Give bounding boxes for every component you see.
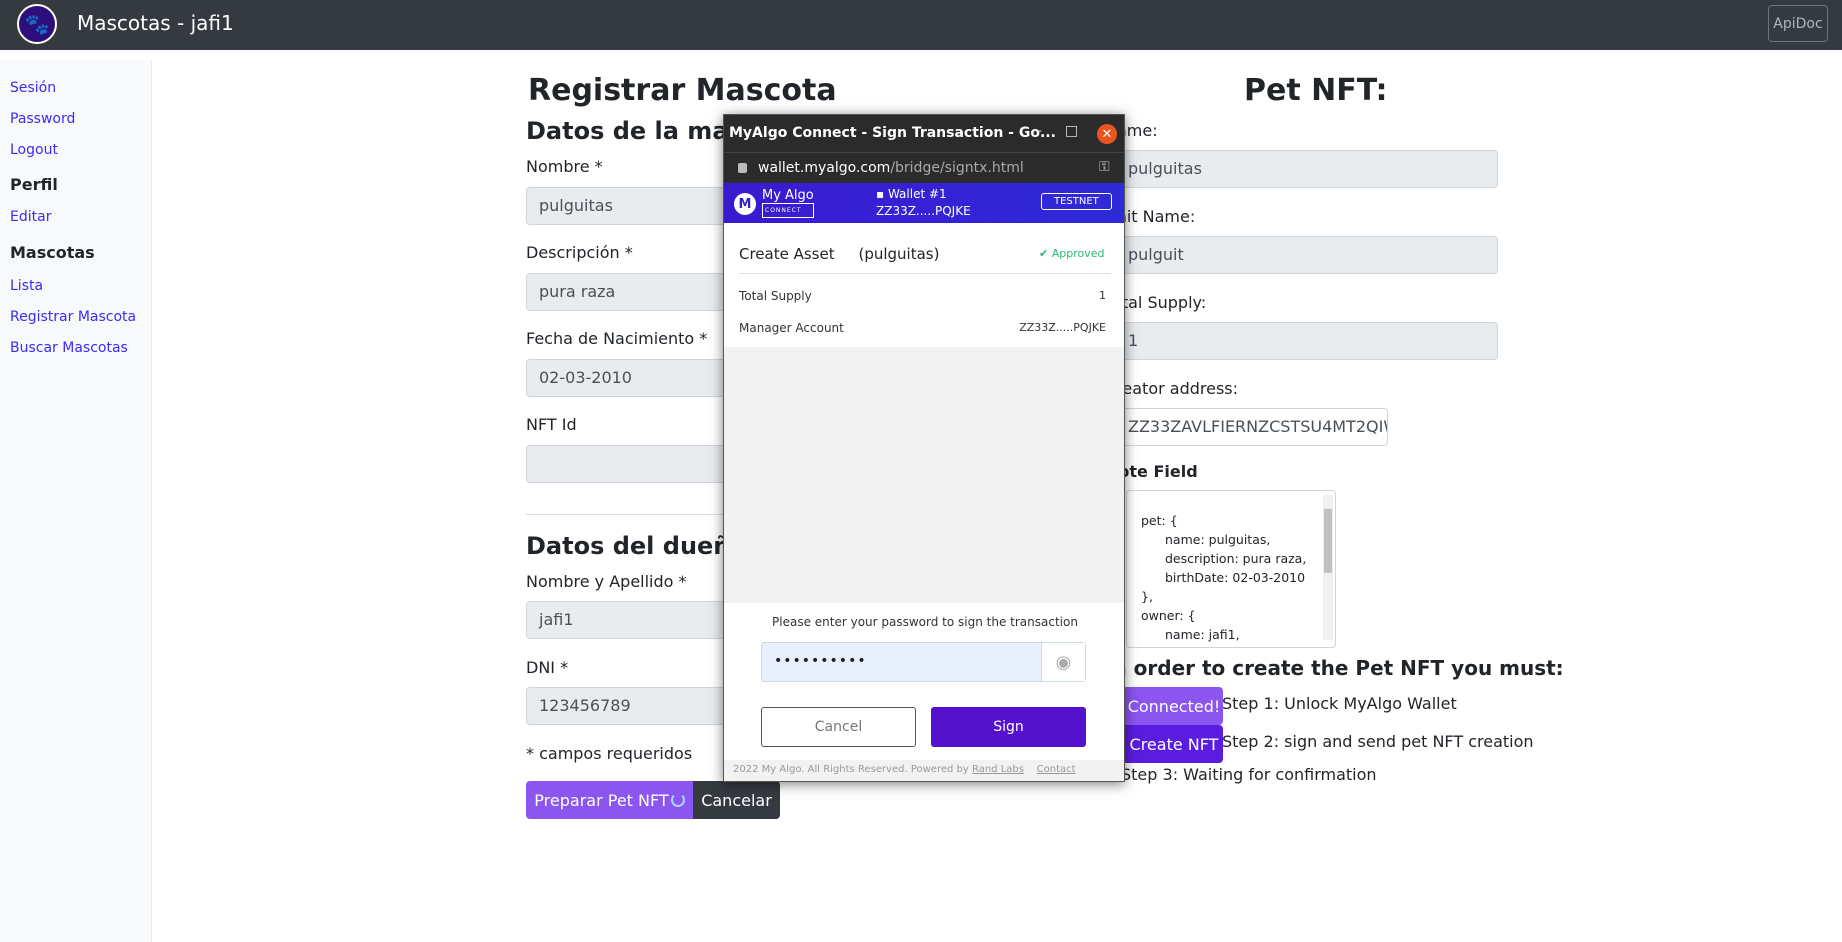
nft-name-input[interactable]: pulguitas (1105, 150, 1498, 188)
dni-input[interactable]: 123456789 (526, 687, 726, 725)
wallet-header: M My Algo CONNECT ▪ Wallet #1 ZZ33Z.....P… (724, 183, 1124, 223)
note-line: birthDate: 02-03-2010 (1165, 570, 1306, 585)
password-value: •••••••••• (774, 653, 867, 669)
note-field-textarea[interactable]: pet: { name: pulguitas, description: pur… (1126, 490, 1336, 648)
myalgo-logo-icon: M (734, 193, 756, 215)
popup-url-bar: wallet.myalgo.com/bridge/signtx.html ⚿ (724, 152, 1124, 183)
popup-url: wallet.myalgo.com/bridge/signtx.html (758, 160, 1024, 176)
cancelar-button[interactable]: Cancelar (693, 781, 780, 819)
check-circle-icon: ✔ (1039, 247, 1052, 260)
popup-footer: 2022 My Algo. All Rights Reserved. Power… (724, 760, 1124, 781)
status-badge: ✔ Approved (1039, 247, 1104, 260)
sidebar-item-sesion[interactable]: Sesión (10, 80, 56, 96)
wallet-address: ZZ33Z.....PQJKE (876, 204, 971, 218)
sign-button[interactable]: Sign (931, 707, 1086, 747)
sidebar-heading-perfil: Perfil (10, 175, 58, 194)
tx-title: Create Asset (pulguitas) (739, 245, 939, 263)
nft-title: Pet NFT: (1244, 73, 1388, 108)
app-title[interactable]: Mascotas - jafi1 (77, 11, 234, 35)
popup-title: MyAlgo Connect - Sign Transaction - Go..… (729, 125, 1056, 141)
create-nft-label: Create NFT (1129, 734, 1219, 754)
step-1: Step 1: Unlock MyAlgo Wallet (1222, 694, 1457, 713)
note-line: name: pulguitas, (1165, 532, 1271, 547)
url-host: wallet.myalgo.com (758, 160, 891, 176)
transaction-card: Create Asset (pulguitas) ✔ Approved Tota… (724, 223, 1124, 347)
descripcion-input[interactable]: pura raza (526, 273, 726, 311)
tx-type: Create Asset (739, 245, 835, 263)
brand-name: My Algo (762, 188, 814, 203)
contact-link[interactable]: Contact (1037, 764, 1076, 775)
popup-empty-area (724, 347, 1124, 603)
note-line: name: jafi1, (1165, 627, 1240, 642)
rand-labs-link[interactable]: Rand Labs (972, 764, 1024, 775)
owner-name-input[interactable]: jafi1 (526, 601, 726, 639)
nft-id-input[interactable] (526, 445, 726, 483)
wallet-name: ▪ Wallet #1 (876, 187, 947, 201)
sidebar-heading-mascotas: Mascotas (10, 243, 95, 262)
note-scrollbar-thumb[interactable] (1324, 509, 1332, 573)
sidebar-item-buscar[interactable]: Buscar Mascotas (10, 340, 128, 356)
total-supply-label: Total Supply (739, 289, 812, 303)
eye-icon[interactable]: ◉ (1041, 643, 1085, 681)
nombre-input[interactable]: pulguitas (526, 187, 726, 225)
descripcion-label: Descripción * (526, 243, 633, 262)
page-title: Registrar Mascota (528, 73, 837, 108)
sidebar-item-password[interactable]: Password (10, 111, 75, 127)
paw-icon[interactable]: 🐾 (17, 4, 57, 44)
wallet-icon: ▪ (876, 187, 888, 201)
total-supply-value: 1 (1099, 289, 1106, 302)
note-line: }, (1141, 589, 1153, 604)
myalgo-brand: My Algo CONNECT (762, 189, 814, 218)
network-badge: TESTNET (1041, 193, 1112, 210)
sidebar-item-lista[interactable]: Lista (10, 278, 43, 294)
prepare-button-label: Preparar Pet NFT (534, 790, 669, 810)
steps-heading: In order to create the Pet NFT you must: (1105, 656, 1564, 680)
creator-address-input[interactable]: ZZ33ZAVLFIERNZCSTSU4MT2QIWI (1105, 408, 1388, 446)
manager-account-label: Manager Account (739, 321, 844, 335)
sidebar: Sesión Password Logout Perfil Editar Mas… (0, 60, 152, 942)
wallet-name-label: Wallet #1 (887, 187, 947, 201)
popup-titlebar[interactable]: MyAlgo Connect - Sign Transaction - Go..… (724, 115, 1124, 152)
fecha-input[interactable]: 02-03-2010 (526, 359, 726, 397)
fecha-label: Fecha de Nacimiento * (526, 329, 708, 348)
prepare-pet-nft-button[interactable]: Preparar Pet NFT (526, 781, 693, 819)
dni-label: DNI * (526, 658, 569, 677)
myalgo-popup-window: MyAlgo Connect - Sign Transaction - Go..… (723, 114, 1125, 782)
nombre-label: Nombre * (526, 157, 603, 176)
spinner-icon (670, 793, 685, 807)
url-path: /bridge/signtx.html (890, 160, 1024, 176)
lock-icon (738, 163, 747, 173)
status-label: Approved (1051, 247, 1105, 260)
minimize-icon[interactable]: – (1035, 123, 1042, 139)
manager-account-value: ZZ33Z.....PQJKE (1019, 321, 1106, 334)
owner-section-title: Datos del dueño: (526, 532, 757, 560)
popup-cancel-button[interactable]: Cancel (761, 707, 916, 747)
divider (526, 514, 726, 515)
required-note: * campos requeridos (526, 744, 693, 763)
close-icon[interactable]: ✕ (1097, 124, 1117, 144)
password-input[interactable]: •••••••••• ◉ (761, 642, 1086, 682)
top-navbar: 🐾 Mascotas - jafi1 ApiDoc (0, 0, 1842, 50)
sidebar-item-logout[interactable]: Logout (10, 142, 58, 158)
brand-sub: CONNECT (762, 203, 814, 218)
tx-asset: (pulguitas) (858, 245, 940, 263)
nft-unit-input[interactable]: pulguit (1105, 236, 1498, 274)
step-2: Step 2: sign and send pet NFT creation (1222, 732, 1534, 751)
key-icon[interactable]: ⚿ (1099, 159, 1110, 175)
footer-text: 2022 My Algo. All Rights Reserved. Power… (733, 764, 969, 775)
note-line: owner: { (1141, 608, 1196, 623)
apidoc-button[interactable]: ApiDoc (1768, 5, 1828, 42)
note-line: description: pura raza, (1165, 551, 1307, 566)
password-prompt: Please enter your password to sign the t… (772, 615, 1078, 629)
divider (739, 273, 1111, 274)
nft-id-label: NFT Id (526, 415, 577, 434)
maximize-icon[interactable]: □ (1065, 123, 1078, 139)
sidebar-item-editar[interactable]: Editar (10, 209, 51, 225)
owner-name-label: Nombre y Apellido * (526, 572, 687, 591)
step-3: Step 3: Waiting for confirmation (1121, 765, 1377, 784)
note-line: pet: { (1141, 513, 1178, 528)
sidebar-item-registrar[interactable]: Registrar Mascota (10, 309, 136, 325)
nft-supply-input[interactable]: 1 (1105, 322, 1498, 360)
